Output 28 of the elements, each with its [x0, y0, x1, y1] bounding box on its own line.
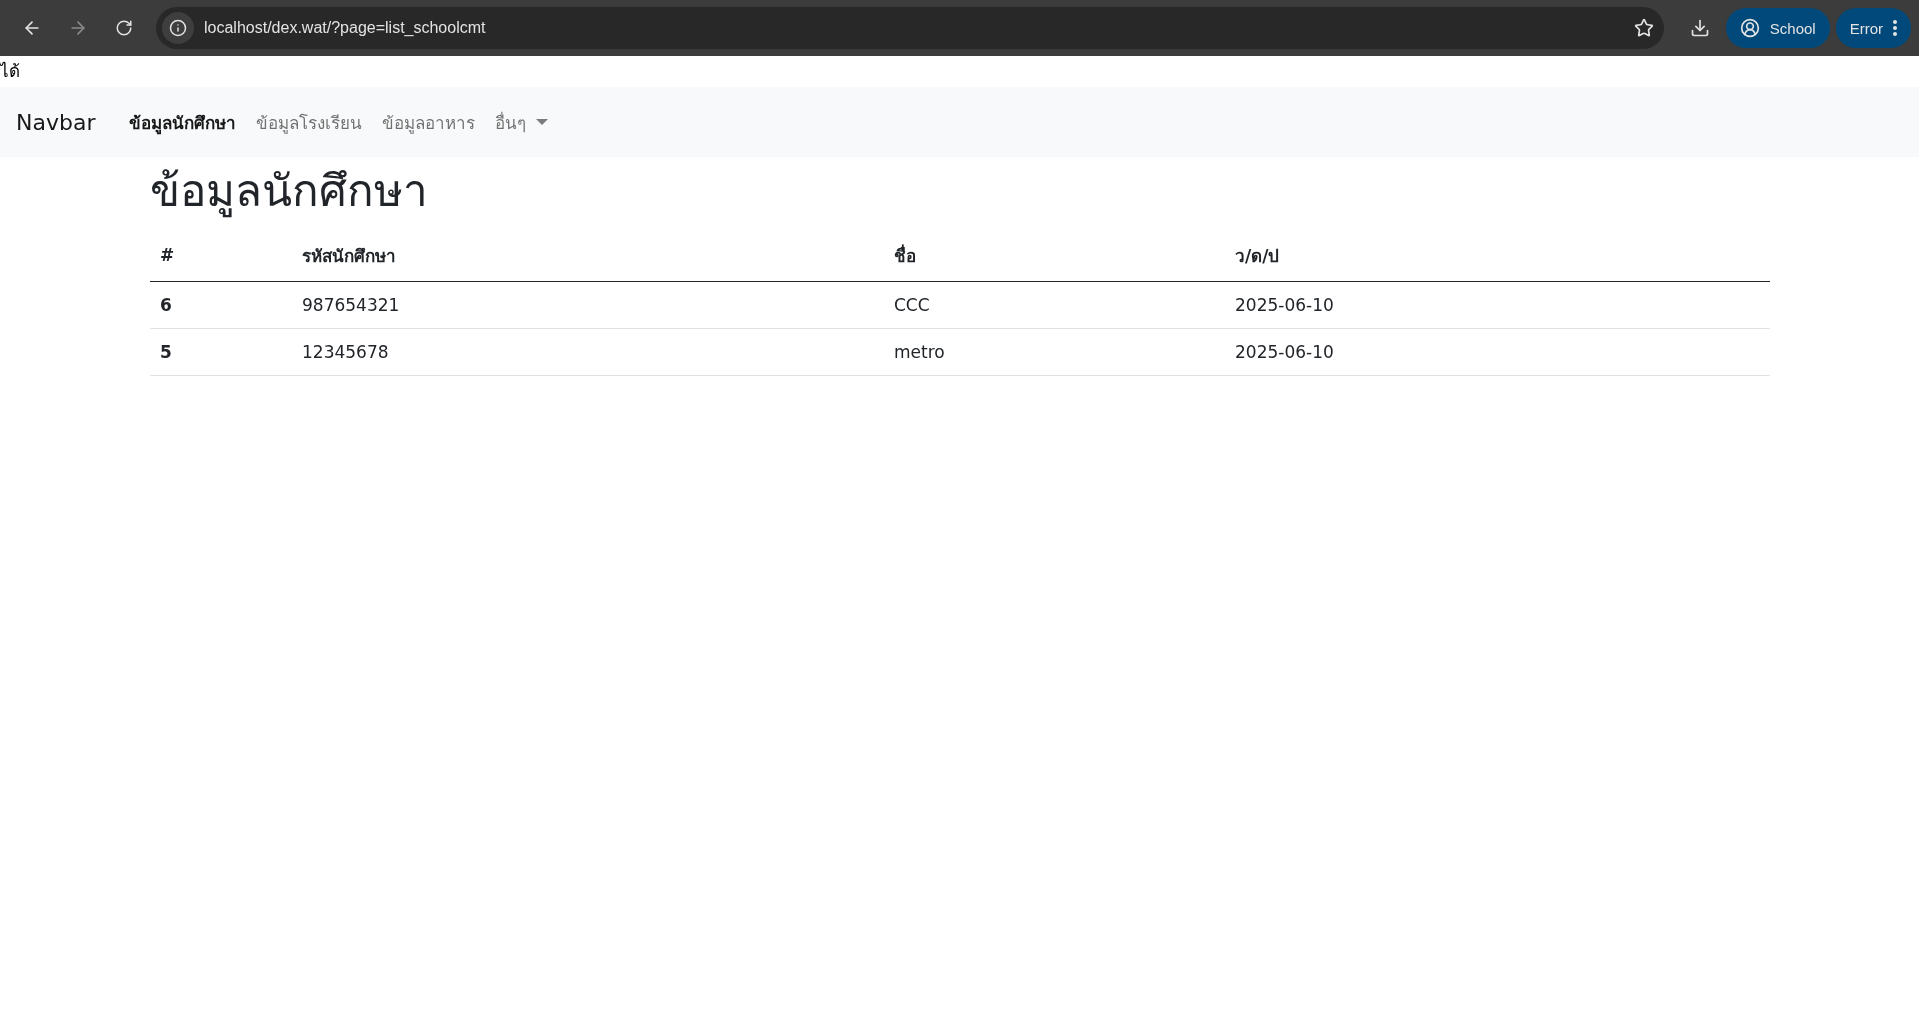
bookmark-star-icon[interactable] [1633, 18, 1654, 38]
download-icon [1689, 18, 1710, 38]
table-cell: 2025-06-10 [1225, 328, 1770, 376]
table-cell: metro [884, 328, 1225, 376]
info-icon[interactable] [162, 12, 194, 44]
table-cell: 2025-06-10 [1225, 281, 1770, 329]
table-cell: 6 [150, 281, 292, 329]
nav-link[interactable]: ข้อมูลโรงเรียน [248, 100, 371, 144]
url-field[interactable]: localhost/dex.wat/?page=list_schoolcmt [204, 19, 1624, 37]
column-header: # [150, 229, 292, 282]
nav-link[interactable]: อื่นๆ [487, 100, 557, 144]
navbar-brand[interactable]: Navbar [16, 109, 96, 135]
table-cell: 5 [150, 328, 292, 376]
profile-button[interactable]: School [1725, 8, 1830, 48]
reload-icon [115, 19, 133, 37]
page-heading: ข้อมูลนักศึกษา [150, 165, 429, 218]
table-cell: 12345678 [292, 328, 884, 376]
error-button[interactable]: Error [1835, 8, 1911, 48]
address-bar[interactable]: localhost/dex.wat/?page=list_schoolcmt [156, 7, 1664, 49]
column-header: ชื่อ [884, 229, 1225, 282]
table-cell: CCC [884, 281, 1225, 329]
nav-link[interactable]: ข้อมูลนักศึกษา [121, 100, 245, 144]
user-icon [1739, 18, 1760, 38]
column-header: รหัสนักศึกษา [292, 229, 884, 282]
more-icon [1893, 20, 1897, 36]
column-header: ว/ด/ป [1225, 229, 1770, 282]
table-cell: 987654321 [292, 281, 884, 329]
nav-link[interactable]: ข้อมูลอาหาร [374, 100, 484, 144]
